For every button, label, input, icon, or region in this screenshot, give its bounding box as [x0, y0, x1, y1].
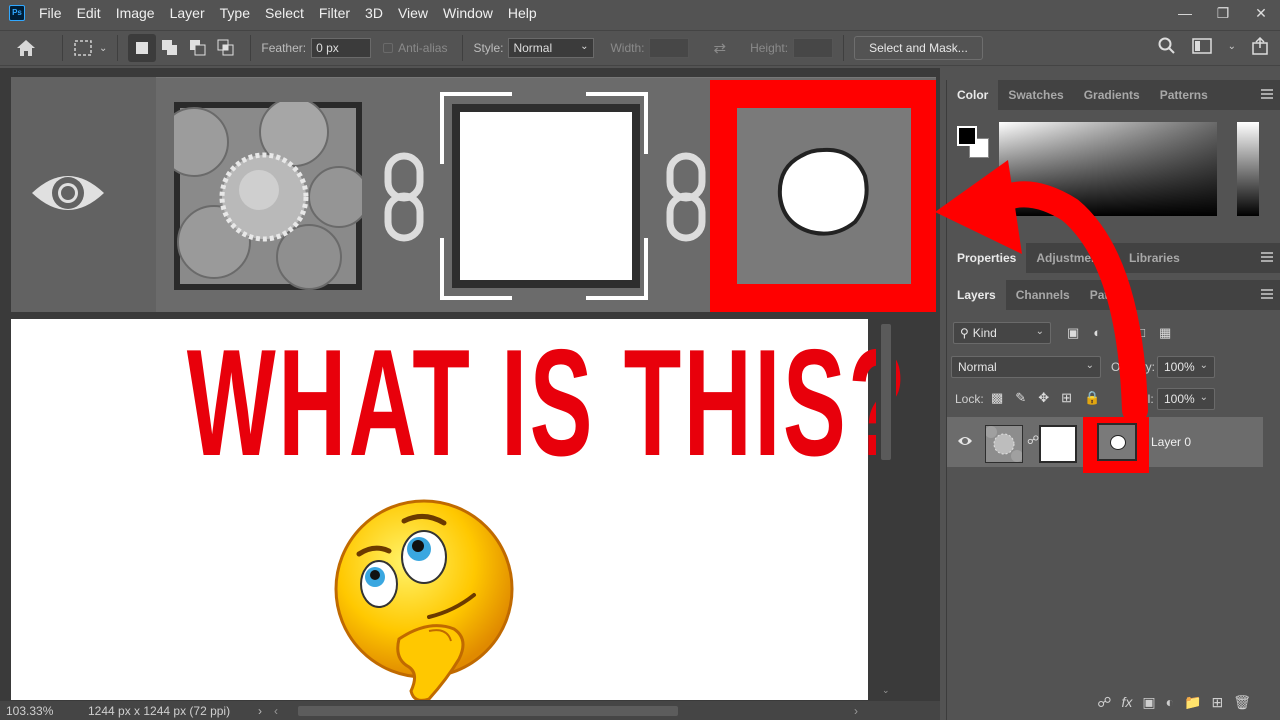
link-icon: [666, 152, 706, 242]
zoom-level[interactable]: 103.33%: [0, 704, 60, 718]
layers-bottom-toolbar: ☍ fx ▣ ◐ 📁 ⊞ 🗑: [947, 687, 1280, 717]
fx-icon[interactable]: fx: [1121, 694, 1132, 710]
add-mask-icon[interactable]: ▣: [1142, 694, 1155, 711]
divider: [462, 35, 464, 61]
menu-file[interactable]: File: [39, 5, 62, 21]
menu-bar: Ps File Edit Image Layer Type Select Fil…: [0, 0, 1280, 26]
feather-label: Feather:: [261, 41, 307, 55]
delete-icon[interactable]: 🗑: [1233, 694, 1251, 711]
window-controls: — ❐ ✕: [1166, 0, 1280, 26]
foreground-color-swatch[interactable]: [957, 126, 977, 146]
panel-menu-icon[interactable]: [1261, 89, 1273, 99]
menu-select[interactable]: Select: [265, 5, 304, 21]
menu-window[interactable]: Window: [443, 5, 493, 21]
document-canvas[interactable]: WHAT IS THIS?: [11, 318, 909, 702]
style-value: Normal: [513, 41, 553, 55]
divider: [117, 35, 119, 61]
chevron-right-icon[interactable]: ›: [854, 704, 858, 718]
menu-3d[interactable]: 3D: [365, 5, 383, 21]
vector-mask-thumbnail: [737, 108, 911, 284]
height-input[interactable]: [793, 38, 834, 58]
minimize-icon[interactable]: —: [1166, 0, 1204, 26]
highlight-box: [710, 80, 936, 312]
layer-mask-thumbnail: [440, 92, 648, 300]
new-group-icon[interactable]: 📁: [1184, 694, 1201, 711]
options-right-icons: ⌄: [1158, 37, 1268, 55]
panel-menu-icon[interactable]: [1261, 252, 1273, 262]
divider: [843, 35, 845, 61]
search-icon[interactable]: [1158, 37, 1176, 55]
close-icon[interactable]: ✕: [1242, 0, 1280, 26]
photoshop-window: Ps File Edit Image Layer Type Select Fil…: [0, 0, 1280, 720]
color-panel-tabs: Color Swatches Gradients Patterns: [947, 80, 1280, 110]
width-label: Width:: [610, 41, 645, 55]
status-bar: 103.33% 1244 px x 1244 px (72 ppi) › ‹ ›: [0, 700, 940, 720]
tab-swatches[interactable]: Swatches: [998, 80, 1073, 110]
options-bar: ⌄ Feather: 0 px Anti-alias Style: Normal…: [0, 30, 1280, 66]
menu-filter[interactable]: Filter: [319, 5, 350, 21]
home-icon[interactable]: [0, 39, 52, 57]
chevron-down-icon: ⌄: [1199, 392, 1208, 403]
chevron-down-icon: ⌄: [1199, 360, 1208, 371]
zoomed-layer-thumbnails: [156, 77, 936, 312]
antialias-label: Anti-alias: [398, 41, 448, 55]
new-layer-icon[interactable]: ⊞: [1211, 694, 1223, 711]
link-icon: [384, 152, 424, 242]
chevron-down-icon[interactable]: ⌄: [1228, 41, 1236, 52]
vertical-scrollbar[interactable]: ⌄: [876, 318, 896, 700]
add-selection-icon[interactable]: [156, 34, 184, 62]
divider: [62, 35, 63, 61]
image-thumbnail: [174, 102, 362, 290]
zoom-eye-area: [11, 77, 156, 312]
chevron-down-icon: ⌄: [580, 41, 589, 52]
panel-menu-icon[interactable]: [1261, 289, 1273, 299]
color-slider[interactable]: [1237, 122, 1259, 216]
intersect-selection-icon[interactable]: [212, 34, 240, 62]
chevron-left-icon[interactable]: ‹: [274, 704, 278, 718]
thinking-face-emoji: [334, 499, 514, 702]
eye-icon: [32, 176, 104, 210]
style-label: Style:: [473, 41, 504, 55]
annotation-arrow: [935, 160, 1148, 423]
headline-text: WHAT IS THIS?: [186, 318, 909, 488]
menu-image[interactable]: Image: [116, 5, 155, 21]
tab-gradients[interactable]: Gradients: [1074, 80, 1150, 110]
adjustment-layer-icon[interactable]: ◐: [1166, 694, 1174, 710]
antialias-checkbox[interactable]: [383, 43, 394, 53]
menu-type[interactable]: Type: [220, 5, 250, 21]
menu-help[interactable]: Help: [508, 5, 537, 21]
horizontal-scrollbar-thumb[interactable]: [298, 705, 678, 716]
menu-edit[interactable]: Edit: [77, 5, 101, 21]
tab-color[interactable]: Color: [947, 80, 999, 110]
marquee-tool-icon[interactable]: ⌄: [73, 39, 107, 57]
photoshop-logo-icon: Ps: [9, 5, 25, 21]
height-label: Height:: [750, 41, 789, 55]
style-select[interactable]: Normal ⌄: [508, 38, 595, 58]
scrollbar-thumb[interactable]: [881, 324, 891, 460]
share-icon[interactable]: [1252, 37, 1268, 55]
chevron-down-icon[interactable]: ⌄: [882, 685, 890, 696]
menu-view[interactable]: View: [398, 5, 428, 21]
workspace-icon[interactable]: [1191, 38, 1212, 54]
link-layers-icon[interactable]: ☍: [1097, 694, 1111, 711]
divider: [250, 35, 252, 61]
menu-layer[interactable]: Layer: [170, 5, 205, 21]
select-and-mask-button[interactable]: Select and Mask...: [854, 36, 983, 60]
chevron-right-icon[interactable]: ›: [258, 704, 262, 718]
new-selection-icon[interactable]: [128, 34, 157, 62]
feather-input[interactable]: 0 px: [311, 38, 372, 58]
swap-icon[interactable]: ⇄: [713, 39, 726, 57]
restore-icon[interactable]: ❐: [1204, 0, 1242, 26]
width-input[interactable]: [649, 38, 690, 58]
subtract-selection-icon[interactable]: [184, 34, 212, 62]
doc-info: 1244 px x 1244 px (72 ppi): [88, 703, 231, 718]
tab-patterns[interactable]: Patterns: [1150, 80, 1218, 110]
